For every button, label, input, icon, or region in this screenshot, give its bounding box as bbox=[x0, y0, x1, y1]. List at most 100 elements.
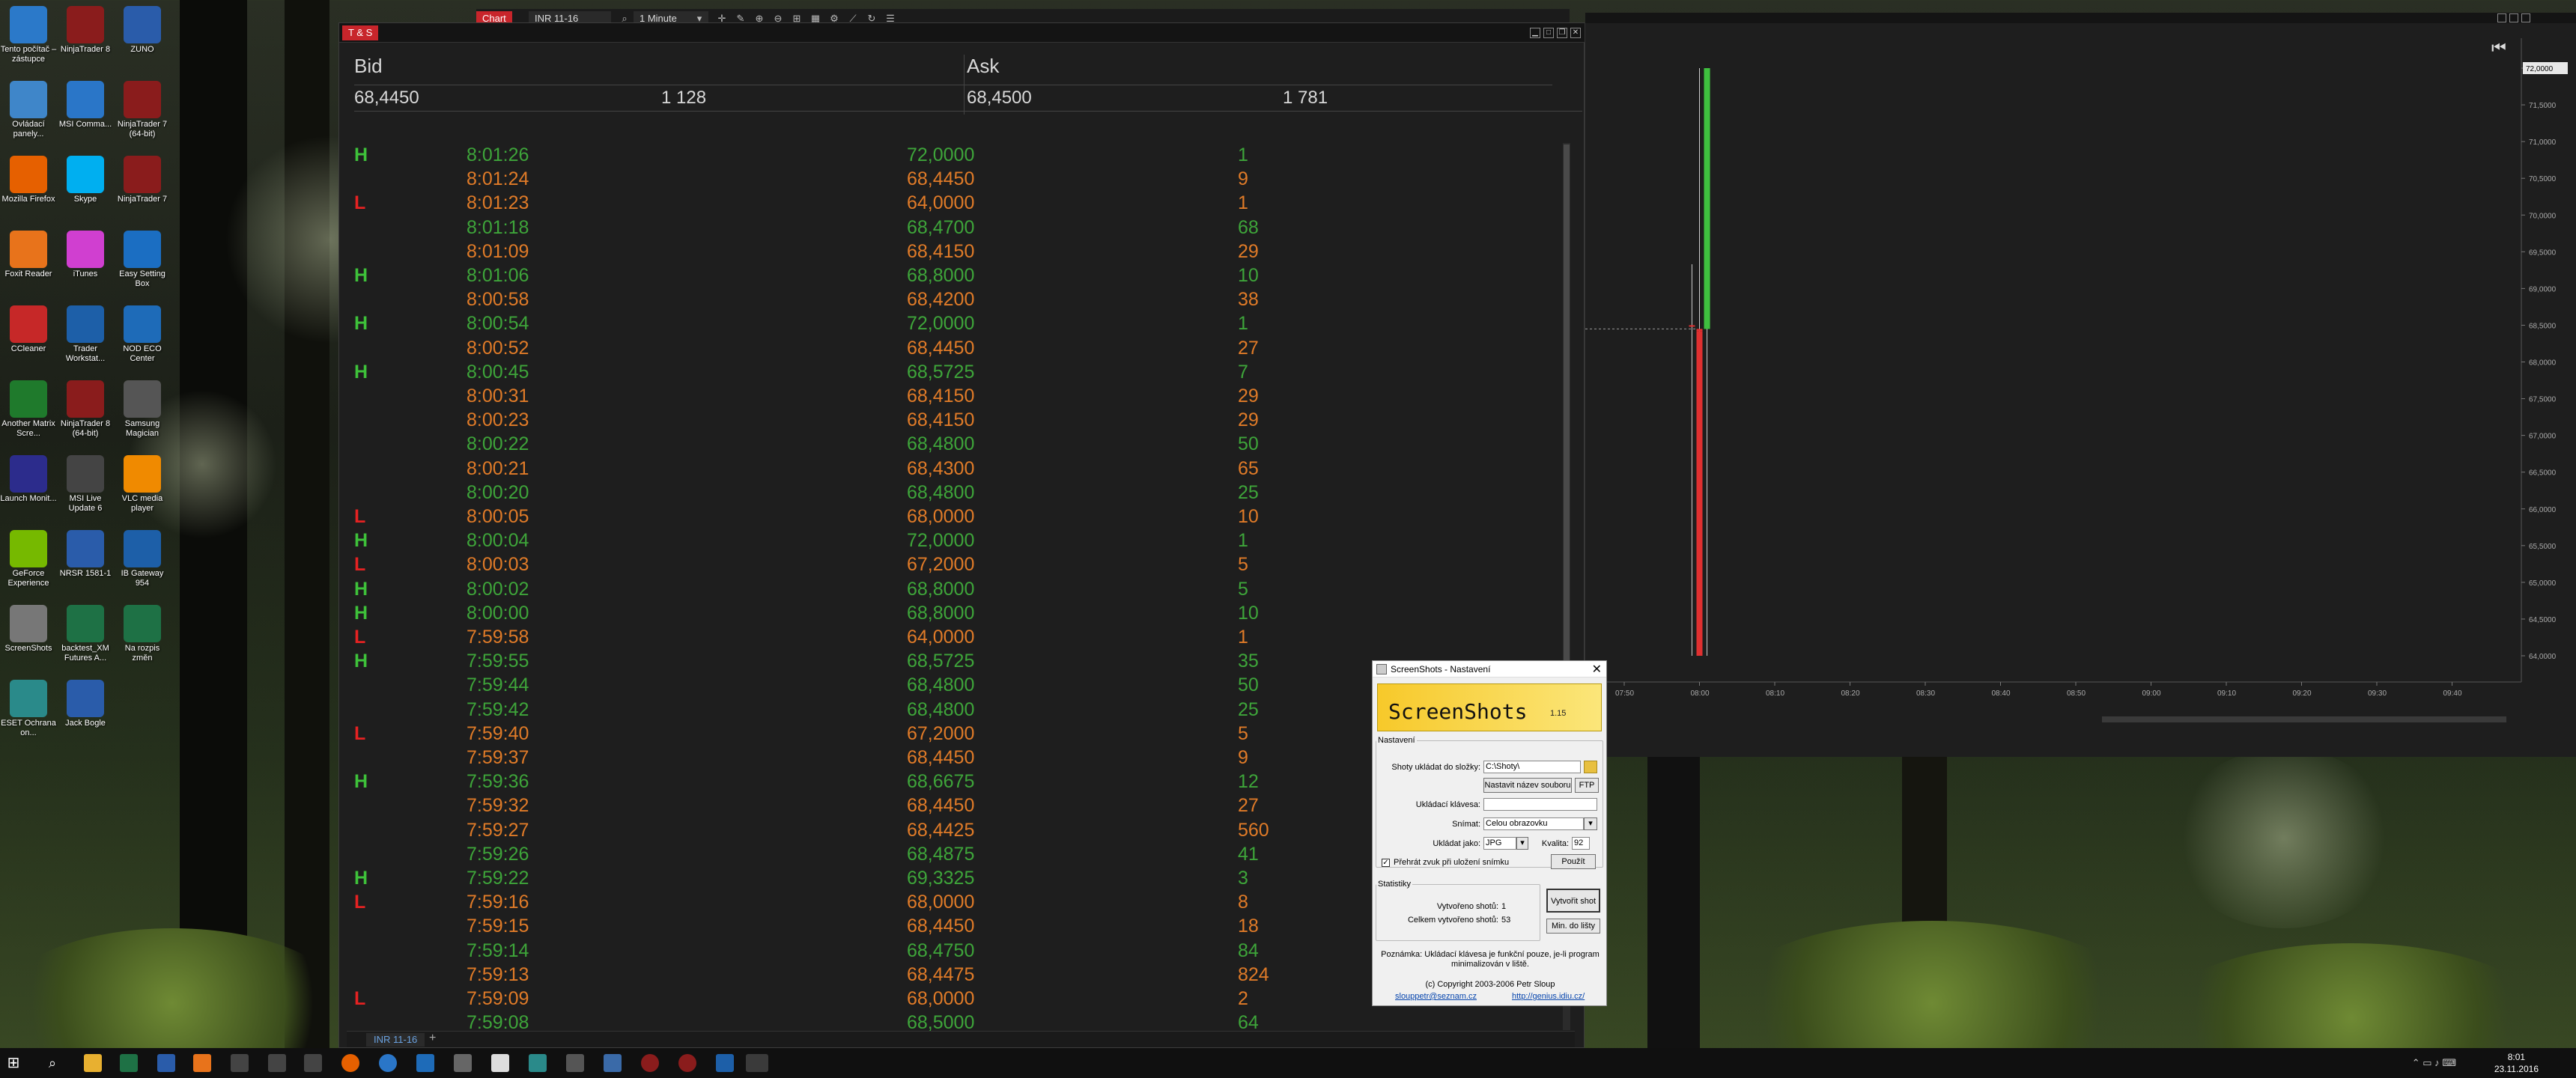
msi-live-icon bbox=[67, 455, 104, 493]
app-icon[interactable] bbox=[604, 1054, 622, 1072]
desktop-icon[interactable]: Foxit Reader bbox=[0, 225, 57, 296]
foxit-icon[interactable] bbox=[193, 1054, 211, 1072]
create-shot-button[interactable]: Vytvořit shot bbox=[1546, 889, 1600, 913]
calculator-icon[interactable] bbox=[491, 1054, 509, 1072]
desktop-icon[interactable]: NOD ECO Center bbox=[114, 299, 171, 371]
minimize-icon[interactable] bbox=[2497, 13, 2506, 22]
desktop-icon[interactable]: MSI Live Update 6 bbox=[57, 449, 114, 521]
format-select[interactable]: JPG bbox=[1483, 837, 1516, 850]
trade-time: 8:00:52 bbox=[467, 337, 529, 359]
app-icon[interactable] bbox=[529, 1054, 547, 1072]
trade-size: 3 bbox=[1238, 868, 1248, 889]
desktop-icon[interactable]: ESET Ochrana on... bbox=[0, 674, 57, 746]
ftp-button[interactable]: FTP bbox=[1575, 778, 1599, 793]
desktop-icon[interactable]: Na rozpis změn bbox=[114, 599, 171, 671]
save-folder-input[interactable]: C:\Shoty\ bbox=[1483, 761, 1581, 773]
close-icon[interactable] bbox=[2521, 13, 2530, 22]
apply-button[interactable]: Použít bbox=[1551, 854, 1596, 869]
chevron-down-icon[interactable]: ▾ bbox=[1516, 837, 1528, 850]
desktop-icon[interactable]: GeForce Experience bbox=[0, 524, 57, 596]
website-link[interactable]: http://genius.idiu.cz/ bbox=[1512, 992, 1585, 1001]
trade-row: 8:00:52 68,4450 27 bbox=[354, 336, 1567, 360]
instrument-tab[interactable]: INR 11-16 bbox=[366, 1033, 425, 1047]
set-filename-button[interactable]: Nastavit název souboru bbox=[1483, 778, 1572, 793]
save-key-input[interactable] bbox=[1483, 798, 1597, 811]
trade-time: 8:00:04 bbox=[467, 530, 529, 552]
app-icon[interactable] bbox=[716, 1054, 734, 1072]
y-tick-label: 69,5000 bbox=[2529, 249, 2557, 257]
desktop-icon-label: IB Gateway 954 bbox=[121, 569, 164, 588]
desktop-icon[interactable]: Jack Bogle bbox=[57, 674, 114, 746]
desktop-icon[interactable]: MSI Comma... bbox=[57, 75, 114, 147]
folder-icon[interactable] bbox=[1584, 761, 1597, 773]
msi-icon[interactable] bbox=[379, 1054, 397, 1072]
desktop-icon[interactable]: iTunes bbox=[57, 225, 114, 296]
maximize-icon[interactable] bbox=[2509, 13, 2518, 22]
quality-input[interactable]: 92 bbox=[1572, 837, 1590, 850]
app-icon[interactable] bbox=[231, 1054, 249, 1072]
excel-icon[interactable] bbox=[120, 1054, 138, 1072]
add-tab-icon[interactable]: + bbox=[429, 1032, 436, 1045]
ninjatrader-icon[interactable] bbox=[641, 1054, 659, 1072]
firefox-icon[interactable] bbox=[341, 1054, 359, 1072]
minimize-to-tray-button[interactable]: Min. do lišty bbox=[1546, 919, 1600, 934]
eco-icon[interactable] bbox=[416, 1054, 434, 1072]
desktop-icon[interactable]: NinjaTrader 8 (64-bit) bbox=[57, 374, 114, 446]
app-icon[interactable] bbox=[566, 1054, 584, 1072]
desktop-icon[interactable]: NinjaTrader 8 bbox=[57, 0, 114, 72]
desktop-icon[interactable]: Another Matrix Scre... bbox=[0, 374, 57, 446]
app-icon[interactable] bbox=[268, 1054, 286, 1072]
trade-row: 8:01:24 68,4450 9 bbox=[354, 167, 1567, 191]
maximize-icon[interactable]: □ bbox=[1543, 28, 1554, 38]
chevron-down-icon[interactable]: ▾ bbox=[1584, 817, 1597, 830]
file-explorer-icon[interactable] bbox=[84, 1054, 102, 1072]
screenshots-taskbar-icon[interactable] bbox=[746, 1054, 768, 1072]
minimize-icon[interactable]: ▁ bbox=[1530, 28, 1540, 38]
trade-time: 8:00:54 bbox=[467, 313, 529, 335]
desktop-icon[interactable]: CCleaner bbox=[0, 299, 57, 371]
desktop-icon[interactable]: NRSR 1581-1 bbox=[57, 524, 114, 596]
desktop-icon[interactable]: NinjaTrader 7 (64-bit) bbox=[114, 75, 171, 147]
tray-icons[interactable]: ⌃ ▭ ♪ ⌨ bbox=[2412, 1057, 2456, 1069]
desktop-icon[interactable]: Samsung Magician bbox=[114, 374, 171, 446]
ts-tab[interactable]: T & S bbox=[342, 25, 379, 40]
x-tick-label: 09:40 bbox=[2443, 689, 2462, 698]
desktop-icon[interactable]: Easy Setting Box bbox=[114, 225, 171, 296]
close-icon[interactable]: ✕ bbox=[1592, 662, 1602, 678]
desktop-icon[interactable]: NinjaTrader 7 bbox=[114, 150, 171, 222]
ninjatrader-icon[interactable] bbox=[678, 1054, 696, 1072]
copyright-text: (c) Copyright 2003-2006 Petr Sloup bbox=[1425, 980, 1555, 989]
desktop-icon[interactable]: Trader Workstat... bbox=[57, 299, 114, 371]
sound-checkbox[interactable]: ✓ bbox=[1382, 859, 1390, 867]
close-icon[interactable]: ✕ bbox=[1570, 28, 1581, 38]
word-doc-icon bbox=[124, 6, 161, 43]
restore-icon[interactable]: ❐ bbox=[1557, 28, 1567, 38]
email-link[interactable]: slouppetr@seznam.cz bbox=[1395, 992, 1477, 1001]
desktop-icon[interactable]: ZUNO bbox=[114, 0, 171, 72]
app-icon[interactable] bbox=[304, 1054, 322, 1072]
desktop-icon[interactable]: Ovládací panely... bbox=[0, 75, 57, 147]
trade-price: 68,0000 bbox=[907, 506, 975, 527]
trade-time: 8:00:23 bbox=[467, 409, 529, 431]
price-chart[interactable]: 72,0000 71,5000 71,0000 70,5000 70,0000 69,50… bbox=[1585, 23, 2576, 757]
app-icon[interactable] bbox=[454, 1054, 472, 1072]
trade-flag: L bbox=[354, 722, 366, 744]
desktop-icon[interactable]: backtest_XM Futures A... bbox=[57, 599, 114, 671]
trade-size: 10 bbox=[1238, 602, 1259, 624]
desktop-icon[interactable]: ScreenShots bbox=[0, 599, 57, 671]
word-icon[interactable] bbox=[157, 1054, 175, 1072]
clock[interactable]: 8:01 23.11.2016 bbox=[2494, 1051, 2539, 1075]
capture-select[interactable]: Celou obrazovku bbox=[1483, 817, 1584, 830]
desktop-icon[interactable]: Skype bbox=[57, 150, 114, 222]
windows-start-icon[interactable]: ⊞ bbox=[4, 1054, 22, 1072]
trade-price: 64,0000 bbox=[907, 192, 975, 214]
trade-time: 8:00:31 bbox=[467, 386, 529, 406]
desktop-icon[interactable]: VLC media player bbox=[114, 449, 171, 521]
trade-price: 67,2000 bbox=[907, 722, 975, 744]
desktop-icon[interactable]: Launch Monit... bbox=[0, 449, 57, 521]
desktop-icon-label: CCleaner bbox=[10, 344, 46, 353]
desktop-icon[interactable]: IB Gateway 954 bbox=[114, 524, 171, 596]
search-icon[interactable]: ⌕ bbox=[43, 1054, 61, 1072]
desktop-icon[interactable]: Mozilla Firefox bbox=[0, 150, 57, 222]
desktop-icon[interactable]: Tento počítač – zástupce bbox=[0, 0, 57, 72]
